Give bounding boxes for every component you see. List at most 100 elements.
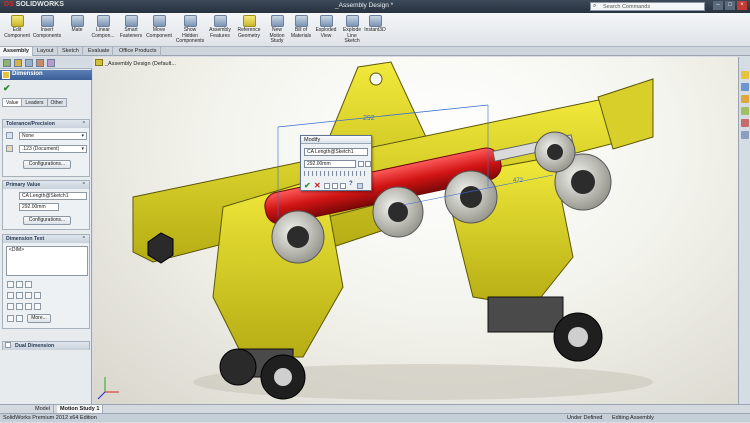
linear-pattern-button[interactable]: Linear Compon... [88, 15, 118, 39]
tab-assembly[interactable]: Assembly [0, 47, 33, 56]
configuration-manager-icon[interactable] [25, 59, 33, 67]
collapse-icon: ⌃ [81, 182, 86, 188]
primary-configurations-button[interactable]: Configurations... [23, 216, 71, 225]
tolerance-configurations-button[interactable]: Configurations... [23, 160, 71, 169]
diameter-symbol-icon[interactable] [7, 292, 14, 299]
insert-components-button[interactable]: Insert Components [32, 15, 62, 39]
solidworks-logo[interactable]: DS SOLIDWORKS [4, 1, 64, 8]
primary-value-group: Primary Value ⌃ CA Length@Sketch1 292.00… [2, 180, 90, 230]
custom-properties-icon[interactable] [741, 131, 749, 139]
depth-symbol-icon[interactable] [34, 303, 41, 310]
modify-cancel-icon[interactable]: ✕ [314, 181, 321, 190]
trolley-wheel [219, 348, 257, 386]
rebuild-icon[interactable] [324, 183, 330, 189]
linear-pattern-icon [96, 15, 110, 27]
command-label: Sketch [344, 38, 360, 44]
smart-fasteners-button[interactable]: Smart Fasteners [116, 15, 146, 39]
spin-options-icon[interactable] [365, 161, 371, 167]
search-commands-input[interactable]: ⌕ Search Commands [590, 2, 705, 11]
box-symbol-icon[interactable] [7, 315, 14, 322]
align-left-icon[interactable] [7, 281, 14, 288]
plus-minus-symbol-icon[interactable] [25, 292, 32, 299]
mark-dimension-icon[interactable] [340, 183, 346, 189]
close-icon[interactable]: × [737, 1, 747, 10]
dimension-name-field[interactable]: CA Length@Sketch1 [19, 192, 87, 200]
reference-geometry-button[interactable]: Reference Geometry [234, 15, 264, 39]
design-library-icon[interactable] [741, 83, 749, 91]
dual-dimension-title[interactable]: Dual Dimension [3, 342, 89, 350]
tolerance-type-select[interactable]: None ▾ [19, 132, 87, 140]
modify-ok-icon[interactable]: ✔ [304, 181, 311, 190]
feature-tree-icon[interactable] [3, 59, 11, 67]
move-component-button[interactable]: Move Component [144, 15, 174, 39]
dimension-subtabs: Value Leaders Other [2, 98, 68, 107]
graphics-area[interactable]: _Assembly Design (Default... 292 472 [93, 57, 738, 404]
edit-component-button[interactable]: Edit Component [2, 15, 32, 39]
countersink-symbol-icon[interactable] [25, 303, 32, 310]
dimension-text-area[interactable]: <DIM> [6, 246, 88, 276]
reset-spin-icon[interactable] [332, 183, 338, 189]
square-symbol-icon[interactable] [34, 292, 41, 299]
dimension-text-group: Dimension Text ⌃ <DIM> More... [2, 234, 90, 329]
roller-hub [571, 170, 595, 194]
file-explorer-icon[interactable] [741, 95, 749, 103]
search-icon: ⌕ [593, 3, 597, 9]
command-label: Features [210, 32, 230, 39]
maximize-icon[interactable]: □ [725, 1, 735, 10]
cone-symbol-icon[interactable] [16, 315, 23, 322]
align-right-icon[interactable] [25, 281, 32, 288]
insert-components-icon [40, 15, 54, 27]
degree-symbol-icon[interactable] [16, 292, 23, 299]
dimxpert-icon[interactable] [36, 59, 44, 67]
roller-hub [287, 226, 309, 248]
dimension-text-left: 292 [363, 115, 375, 122]
view-palette-icon[interactable] [741, 107, 749, 115]
tab-evaluate[interactable]: Evaluate [85, 47, 114, 56]
thumbwheel[interactable] [304, 171, 368, 176]
command-label: Instant3D [364, 27, 386, 33]
assembly-features-button[interactable]: Assembly Features [205, 15, 235, 39]
tab-sketch[interactable]: Sketch [59, 47, 83, 56]
more-symbols-button[interactable]: More... [27, 314, 51, 323]
tab-layout[interactable]: Layout [34, 47, 58, 56]
title-bar: DS SOLIDWORKS _Assembly Design * ⌕ Searc… [0, 0, 750, 13]
precision-select[interactable]: .123 (Document) ▾ [19, 145, 87, 153]
subtab-leaders[interactable]: Leaders [21, 98, 48, 107]
tab-office-products[interactable]: Office Products [116, 47, 161, 56]
instant3d-icon [368, 15, 382, 27]
roller-hub [547, 144, 563, 160]
dimension-value-field[interactable]: 292.00mm [19, 203, 59, 211]
exploded-view-icon [319, 15, 333, 27]
primary-value-title[interactable]: Primary Value ⌃ [3, 181, 89, 189]
assembly-model: 292 472 [97, 61, 654, 400]
resources-icon[interactable] [741, 71, 749, 79]
instant3d-button[interactable]: Instant3D [360, 15, 390, 34]
spin-stepper-icon[interactable] [358, 161, 364, 167]
counterbore-symbol-icon[interactable] [16, 303, 23, 310]
dimension-selection-icon[interactable] [357, 183, 363, 189]
command-label: Components [175, 38, 205, 44]
dimension-icon [2, 71, 10, 79]
display-manager-icon[interactable] [47, 59, 55, 67]
property-manager-icon[interactable] [14, 59, 22, 67]
show-hidden-button[interactable]: Show Hidden Components [175, 15, 205, 45]
modify-name-field[interactable]: CA Length@Sketch1 [304, 148, 368, 156]
help-icon[interactable]: ? [349, 181, 353, 187]
ok-check-icon[interactable]: ✔ [3, 83, 11, 94]
tolerance-group-title[interactable]: Tolerance/Precision ⌃ [3, 120, 89, 128]
smart-fasteners-icon [124, 15, 138, 27]
align-center-icon[interactable] [16, 281, 23, 288]
subtab-value[interactable]: Value [2, 98, 23, 107]
show-hidden-icon [183, 15, 197, 27]
centerline-symbol-icon[interactable] [7, 303, 14, 310]
chevron-down-icon: ▾ [81, 133, 84, 139]
dual-dimension-checkbox[interactable] [5, 342, 11, 348]
bom-icon [294, 15, 308, 27]
modify-value-field[interactable]: 292.00mm [304, 160, 356, 168]
dimension-text-title[interactable]: Dimension Text ⌃ [3, 235, 89, 243]
subtab-other[interactable]: Other [46, 98, 68, 107]
minimize-icon[interactable]: – [713, 1, 723, 10]
move-component-icon [152, 15, 166, 27]
appearances-icon[interactable] [741, 119, 749, 127]
bracket-hole [369, 72, 383, 86]
